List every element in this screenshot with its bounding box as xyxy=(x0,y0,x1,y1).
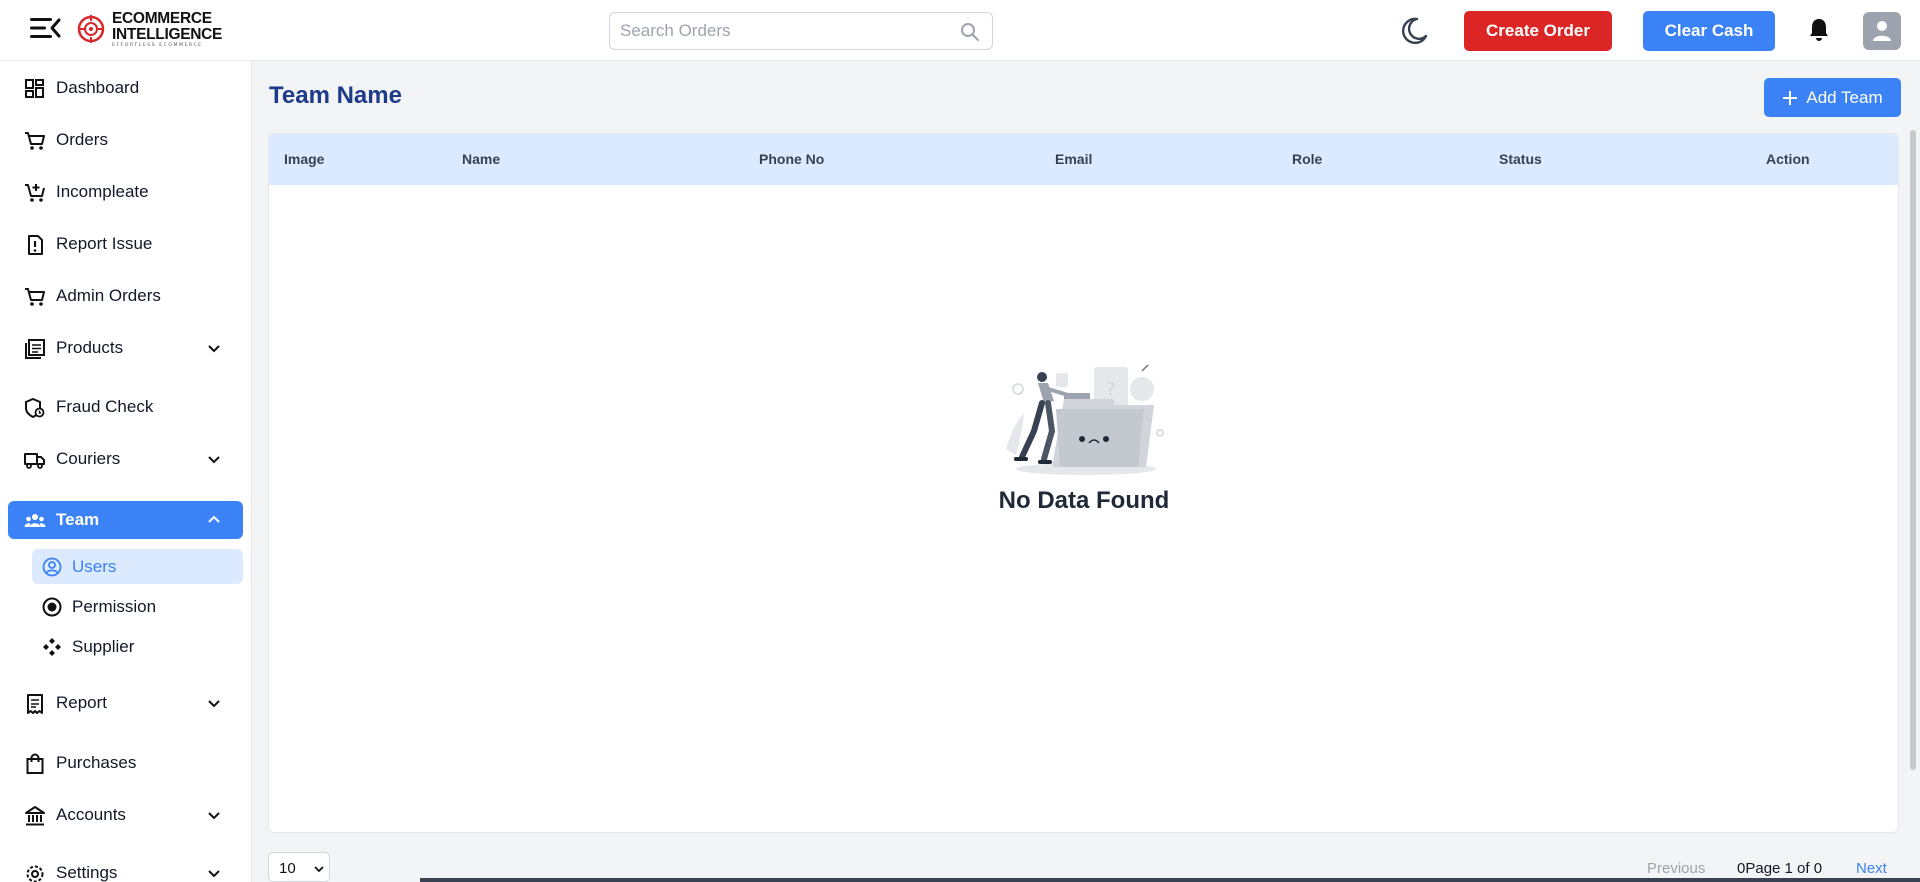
top-header: ECOMMERCE INTELLIGENCE EFFORTLESS ECOMME… xyxy=(0,0,1920,61)
clear-cash-button[interactable]: Clear Cash xyxy=(1643,11,1775,51)
sidebar-item-admin-orders[interactable]: Admin Orders xyxy=(8,277,243,315)
window-bottom-strip xyxy=(420,878,1920,882)
gear-icon xyxy=(26,865,44,882)
sidebar-item-label: Orders xyxy=(56,130,108,149)
sidebar-item-accounts[interactable]: Accounts xyxy=(8,796,243,834)
chevron-down-icon xyxy=(208,345,220,353)
supplier-icon xyxy=(43,638,61,656)
sidebar-subitem-label: Supplier xyxy=(72,637,135,656)
logo-text-line2: INTELLIGENCE xyxy=(112,25,223,43)
menu-collapse-icon[interactable] xyxy=(28,14,62,42)
column-header-name: Name xyxy=(462,151,501,167)
svg-text:?: ? xyxy=(1106,379,1116,400)
sidebar-subitem-label: Permission xyxy=(72,597,157,616)
page-info: 0Page 1 of 0 xyxy=(1737,860,1823,877)
chevron-down-icon xyxy=(208,870,220,878)
chevron-up-icon xyxy=(208,515,220,523)
sidebar-item-label: Fraud Check xyxy=(56,397,154,416)
sidebar-item-label: Couriers xyxy=(56,449,121,468)
sidebar-item-incompleate[interactable]: Incompleate xyxy=(8,173,243,211)
page-size-value: 10 xyxy=(279,860,296,877)
search-icon[interactable] xyxy=(960,22,980,42)
sidebar-item-products[interactable]: Products xyxy=(8,329,243,367)
user-icon xyxy=(1873,21,1891,41)
sidebar: Dashboard Orders Incompleate Report Issu… xyxy=(0,61,252,882)
sidebar-item-orders[interactable]: Orders xyxy=(8,121,243,159)
products-icon xyxy=(25,339,45,359)
column-header-status: Status xyxy=(1499,151,1542,167)
sidebar-item-label: Dashboard xyxy=(56,78,140,97)
sidebar-subitem-supplier[interactable]: Supplier xyxy=(32,629,243,664)
sidebar-item-label: Accounts xyxy=(56,805,126,824)
radio-icon xyxy=(42,597,62,617)
team-table: Image Name Phone No Email Role Status Ac… xyxy=(268,133,1899,833)
sidebar-item-label: Report Issue xyxy=(56,234,153,253)
receipt-icon xyxy=(27,694,43,714)
sidebar-item-team[interactable]: Team xyxy=(8,501,243,539)
sidebar-item-label: Team xyxy=(56,510,100,529)
sidebar-item-label: Settings xyxy=(56,863,118,882)
sidebar-item-dashboard[interactable]: Dashboard xyxy=(8,69,243,107)
user-avatar[interactable] xyxy=(1863,12,1901,50)
vertical-scrollbar[interactable] xyxy=(1910,130,1916,770)
chevron-down-icon xyxy=(208,700,220,708)
column-header-email: Email xyxy=(1055,151,1093,167)
table-header: Image Name Phone No Email Role Status Ac… xyxy=(269,134,1898,185)
cart-plus-icon xyxy=(25,184,45,202)
next-page-button[interactable]: Next xyxy=(1856,860,1887,877)
sidebar-item-settings[interactable]: Settings xyxy=(8,854,243,882)
add-team-label: Add Team xyxy=(1806,87,1883,107)
logo-text-line1: ECOMMERCE xyxy=(112,10,212,27)
sidebar-item-couriers[interactable]: Couriers xyxy=(8,440,243,478)
dashboard-icon xyxy=(25,79,44,98)
sidebar-item-purchases[interactable]: Purchases xyxy=(8,744,243,782)
search-input[interactable] xyxy=(610,13,950,49)
sidebar-subitem-permission[interactable]: Permission xyxy=(32,589,243,624)
fraud-check-icon xyxy=(25,397,45,419)
chevron-down-icon xyxy=(314,866,324,873)
logo-tagline: EFFORTLESS ECOMMERCE xyxy=(112,43,203,48)
user-circle-icon xyxy=(42,557,62,577)
sidebar-item-report[interactable]: Report xyxy=(8,684,243,722)
cart-icon xyxy=(25,288,45,306)
column-header-role: Role xyxy=(1292,151,1323,167)
sidebar-item-label: Purchases xyxy=(56,753,137,772)
chevron-down-icon xyxy=(208,812,220,820)
add-team-button[interactable]: Add Team xyxy=(1764,78,1901,117)
empty-state: ? No Data Found xyxy=(994,359,1174,514)
report-issue-icon xyxy=(28,235,43,255)
column-header-action: Action xyxy=(1766,151,1810,167)
plus-icon xyxy=(1783,90,1798,105)
brand-logo-mark-icon xyxy=(77,14,105,43)
chevron-down-icon xyxy=(208,456,220,464)
sidebar-item-report-issue[interactable]: Report Issue xyxy=(8,225,243,263)
brand-logo[interactable]: ECOMMERCE INTELLIGENCE EFFORTLESS ECOMME… xyxy=(76,11,222,49)
sidebar-item-fraud-check[interactable]: Fraud Check xyxy=(8,388,243,426)
sidebar-item-label: Products xyxy=(56,338,124,357)
previous-page-button[interactable]: Previous xyxy=(1647,860,1705,877)
empty-folder-illustration-icon: ? xyxy=(1006,364,1164,475)
team-icon xyxy=(24,514,46,527)
bank-icon xyxy=(25,806,45,826)
sidebar-subitem-label: Users xyxy=(72,557,117,576)
sidebar-subitem-users[interactable]: Users xyxy=(32,549,243,584)
column-header-image: Image xyxy=(284,151,325,167)
bell-icon[interactable] xyxy=(1808,16,1830,42)
search-box xyxy=(609,12,993,50)
moon-icon[interactable] xyxy=(1399,16,1429,46)
truck-icon xyxy=(24,453,45,469)
sidebar-item-label: Report xyxy=(56,693,108,712)
page-title: Team Name xyxy=(269,82,402,109)
empty-state-message: No Data Found xyxy=(998,487,1170,514)
bag-icon xyxy=(26,753,44,774)
sidebar-item-label: Incompleate xyxy=(56,182,149,201)
cart-icon xyxy=(25,132,45,150)
sidebar-item-label: Admin Orders xyxy=(56,286,161,305)
create-order-button[interactable]: Create Order xyxy=(1464,11,1612,51)
page-size-select[interactable]: 10 xyxy=(268,852,330,882)
column-header-phone: Phone No xyxy=(759,151,825,167)
